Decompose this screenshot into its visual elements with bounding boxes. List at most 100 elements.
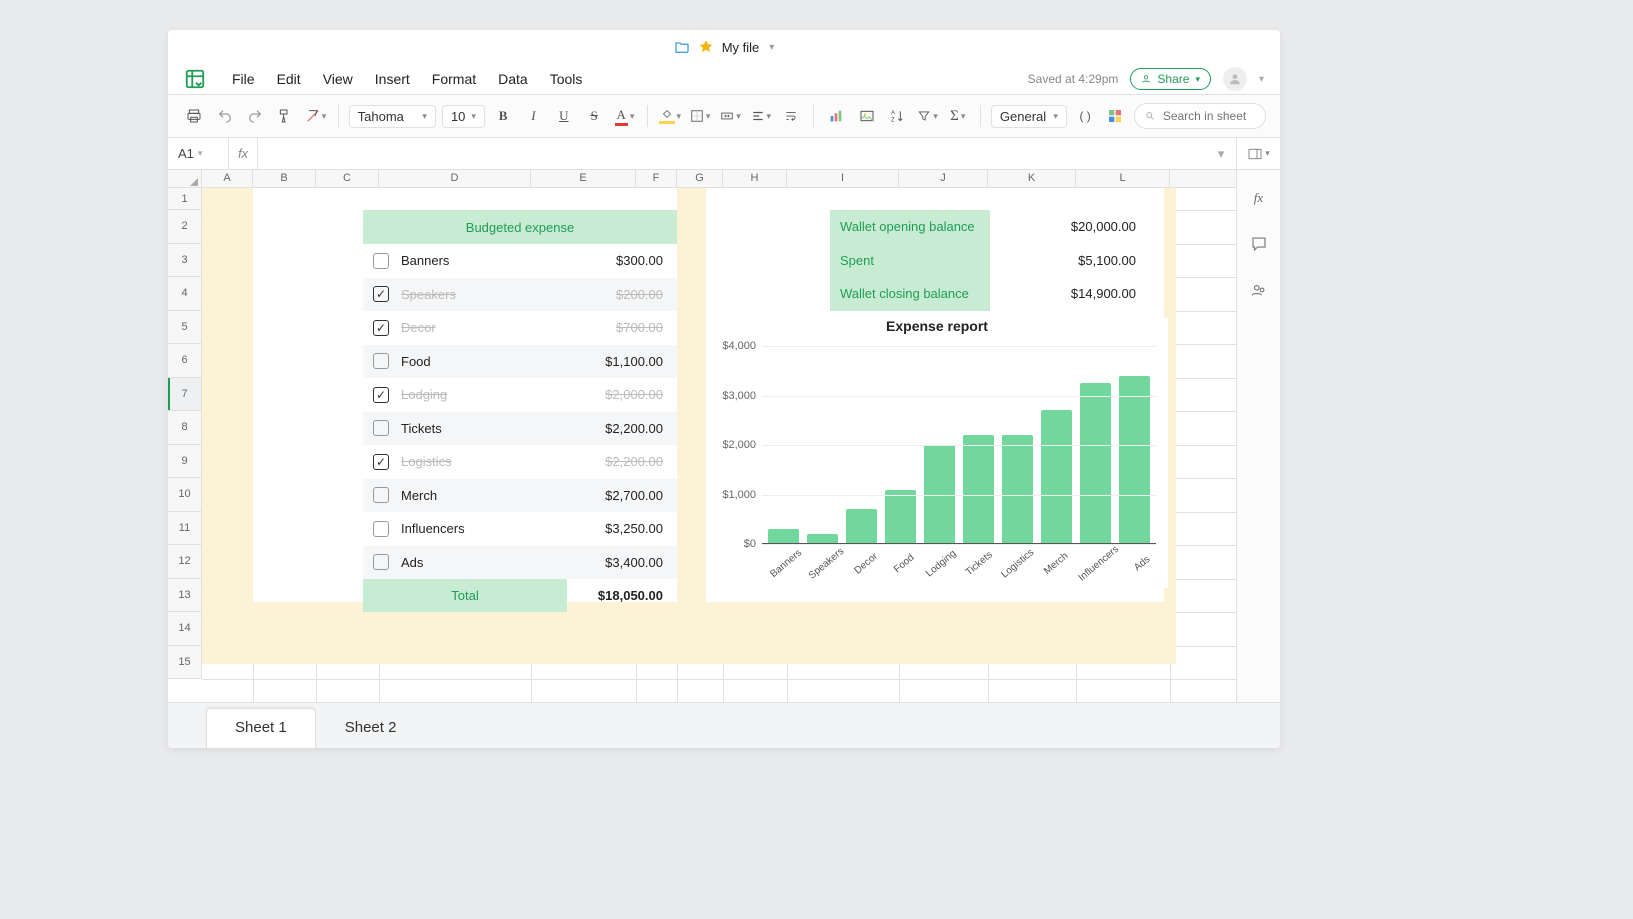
checkbox[interactable] <box>373 320 389 336</box>
fill-color-button[interactable]: ▾ <box>658 103 682 129</box>
menu-edit[interactable]: Edit <box>277 71 301 87</box>
menu-view[interactable]: View <box>323 71 353 87</box>
select-all-corner[interactable] <box>168 170 202 187</box>
file-name[interactable]: My file <box>722 40 760 55</box>
chart-icon[interactable] <box>824 103 848 129</box>
row-header-2[interactable]: 2 <box>168 210 201 244</box>
chevron-down-icon[interactable]: ▾ <box>1259 74 1264 85</box>
col-header-E[interactable]: E <box>531 170 636 187</box>
star-icon[interactable] <box>698 39 714 55</box>
sheet-tab[interactable]: Sheet 1 <box>206 708 316 748</box>
image-icon[interactable] <box>855 103 879 129</box>
row-header-9[interactable]: 9 <box>168 445 201 479</box>
italic-button[interactable]: I <box>521 103 545 129</box>
font-family-select[interactable]: Tahoma▾ <box>349 105 436 128</box>
budget-row: Speakers$200.00 <box>363 278 677 312</box>
row-header-8[interactable]: 8 <box>168 411 201 445</box>
bold-button[interactable]: B <box>491 103 515 129</box>
search-input[interactable] <box>1134 103 1266 129</box>
search-field[interactable] <box>1161 108 1255 124</box>
menu-file[interactable]: File <box>232 71 255 87</box>
row-header-12[interactable]: 12 <box>168 545 201 579</box>
align-button[interactable]: ▾ <box>749 103 773 129</box>
checkbox[interactable] <box>373 420 389 436</box>
checkbox[interactable] <box>373 554 389 570</box>
menu-format[interactable]: Format <box>432 71 476 87</box>
row-header-14[interactable]: 14 <box>168 612 201 646</box>
underline-button[interactable]: U <box>552 103 576 129</box>
checkbox[interactable] <box>373 454 389 470</box>
checkbox[interactable] <box>373 286 389 302</box>
borders-button[interactable]: ▾ <box>688 103 712 129</box>
strikethrough-button[interactable]: S <box>582 103 606 129</box>
wrap-text-button[interactable] <box>779 103 803 129</box>
col-header-G[interactable]: G <box>677 170 723 187</box>
checkbox[interactable] <box>373 387 389 403</box>
row-header-15[interactable]: 15 <box>168 646 201 680</box>
budget-row: Decor$700.00 <box>363 311 677 345</box>
col-header-L[interactable]: L <box>1076 170 1170 187</box>
autosum-icon[interactable]: Σ▾ <box>946 103 970 129</box>
row-header-4[interactable]: 4 <box>168 277 201 311</box>
chevron-down-icon[interactable]: ▾ <box>769 42 774 53</box>
row-header-10[interactable]: 10 <box>168 478 201 512</box>
undo-icon[interactable] <box>212 103 236 129</box>
budget-header: Budgeted expense <box>363 210 677 244</box>
person-icon <box>1141 74 1151 84</box>
print-icon[interactable] <box>182 103 206 129</box>
budget-label: Lodging <box>401 387 593 402</box>
format-painter-icon[interactable] <box>273 103 297 129</box>
expand-formula-icon[interactable]: ▾ <box>1206 146 1236 162</box>
checkbox[interactable] <box>373 487 389 503</box>
col-header-J[interactable]: J <box>899 170 988 187</box>
row-header-3[interactable]: 3 <box>168 244 201 278</box>
col-header-A[interactable]: A <box>202 170 253 187</box>
comments-panel-icon[interactable] <box>1245 230 1273 258</box>
col-header-F[interactable]: F <box>636 170 677 187</box>
checkbox[interactable] <box>373 353 389 369</box>
number-format-select[interactable]: General▾ <box>991 105 1067 128</box>
col-header-K[interactable]: K <box>988 170 1076 187</box>
sheet-area[interactable]: ABCDEFGHIJKL 123456789101112131415 Budge… <box>168 170 1236 702</box>
sheet-tab[interactable]: Sheet 2 <box>316 708 426 748</box>
side-panel-toggle[interactable]: ▾ <box>1236 138 1280 169</box>
cell-reference[interactable]: A1▾ <box>168 146 228 161</box>
clear-format-icon[interactable]: ▾ <box>303 103 327 129</box>
merge-cells-button[interactable]: ▾ <box>718 103 742 129</box>
functions-panel-icon[interactable]: fx <box>1245 184 1273 212</box>
filter-icon[interactable]: ▾ <box>915 103 939 129</box>
toolbar: ▾ Tahoma▾ 10▾ B I U S A▾ ▾ ▾ ▾ ▾ AZ ▾ Σ▾… <box>168 94 1280 138</box>
budget-amount: $2,200.00 <box>605 421 663 436</box>
checkbox[interactable] <box>373 253 389 269</box>
user-avatar[interactable] <box>1223 67 1247 91</box>
y-tick-label: $4,000 <box>722 340 756 352</box>
wallet-amount: $14,900.00 <box>990 286 1176 301</box>
menu-tools[interactable]: Tools <box>550 71 583 87</box>
row-header-1[interactable]: 1 <box>168 188 201 210</box>
fx-icon[interactable]: fx <box>228 138 258 169</box>
col-header-B[interactable]: B <box>253 170 316 187</box>
col-header-H[interactable]: H <box>723 170 787 187</box>
sort-icon[interactable]: AZ <box>885 103 909 129</box>
row-header-11[interactable]: 11 <box>168 512 201 546</box>
conditional-format-icon[interactable] <box>1103 103 1127 129</box>
col-header-C[interactable]: C <box>316 170 379 187</box>
font-size-select[interactable]: 10▾ <box>442 105 485 128</box>
row-header-13[interactable]: 13 <box>168 579 201 613</box>
share-button[interactable]: Share ▾ <box>1130 68 1211 90</box>
text-color-button[interactable]: A▾ <box>612 103 636 129</box>
accounting-format-icon[interactable]: ( ) <box>1073 103 1097 129</box>
folder-icon[interactable] <box>674 39 690 55</box>
collaborators-panel-icon[interactable] <box>1245 276 1273 304</box>
checkbox[interactable] <box>373 521 389 537</box>
row-header-5[interactable]: 5 <box>168 311 201 345</box>
redo-icon[interactable] <box>243 103 267 129</box>
col-header-I[interactable]: I <box>787 170 899 187</box>
menu-data[interactable]: Data <box>498 71 528 87</box>
wallet-amount: $5,100.00 <box>990 253 1176 268</box>
row-header-6[interactable]: 6 <box>168 344 201 378</box>
cells[interactable]: Budgeted expense Banners$300.00Speakers$… <box>202 188 1236 702</box>
col-header-D[interactable]: D <box>379 170 531 187</box>
menu-insert[interactable]: Insert <box>375 71 410 87</box>
row-header-7[interactable]: 7 <box>168 378 201 412</box>
